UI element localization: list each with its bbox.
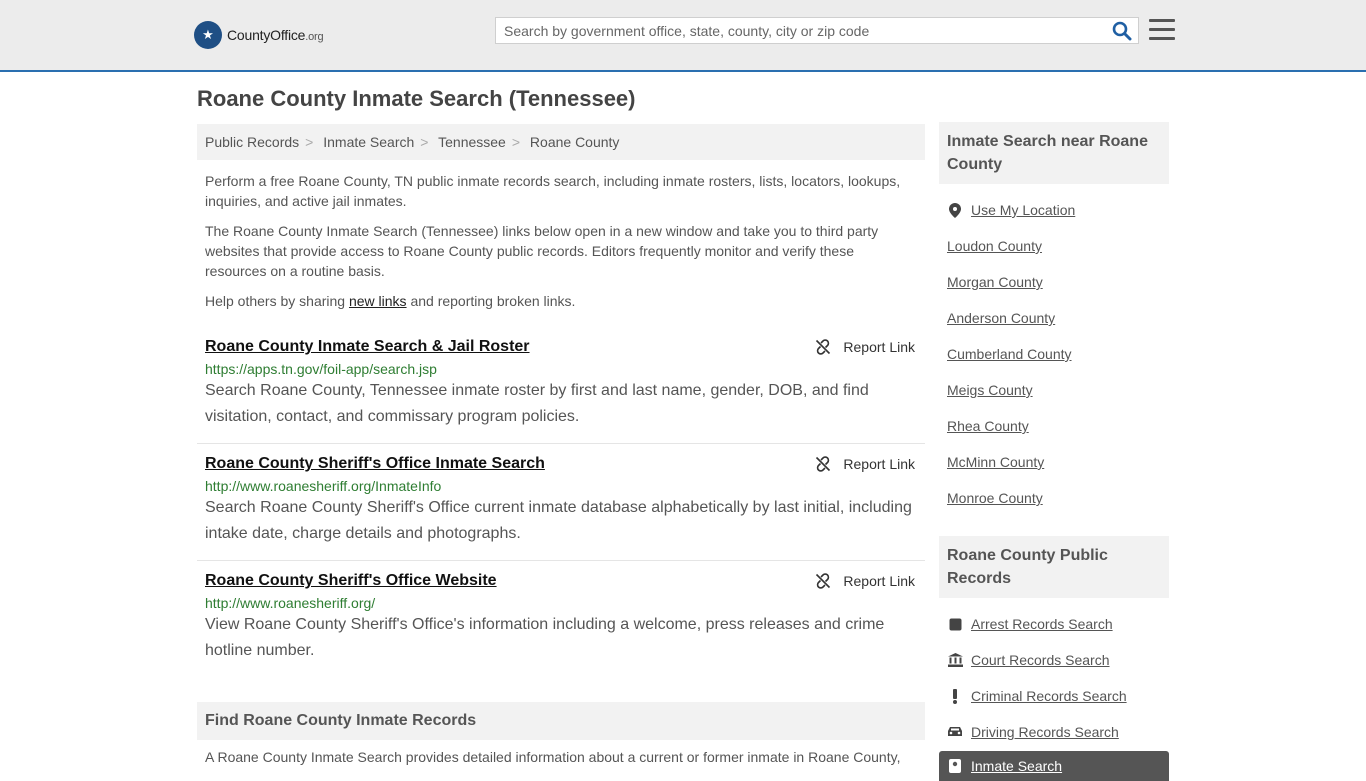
breadcrumb-public-records[interactable]: Public Records — [205, 134, 299, 150]
records-item: Criminal Records Search — [939, 678, 1169, 714]
report-link-button[interactable]: Report Link — [815, 339, 915, 355]
use-location-item: Use My Location — [939, 192, 1169, 228]
records-item: Driving Records Search — [939, 714, 1169, 750]
site-logo[interactable]: ★ CountyOffice.org — [194, 20, 324, 50]
result-description: View Roane County Sheriff's Office's inf… — [205, 616, 885, 659]
logo-text: CountyOffice — [227, 27, 306, 43]
nearby-county-link[interactable]: McMinn County — [947, 444, 1044, 480]
nearby-item: Meigs County — [939, 372, 1169, 408]
new-links-link[interactable]: new links — [349, 293, 407, 309]
result-item: Roane County Sheriff's Office Website Re… — [197, 561, 925, 671]
intro-paragraph-1: Perform a free Roane County, TN public i… — [205, 173, 901, 209]
find-records-text: A Roane County Inmate Search provides de… — [205, 749, 901, 765]
arrest-records-link[interactable]: Arrest Records Search — [971, 606, 1113, 642]
result-title-link[interactable]: Roane County Sheriff's Office Inmate Sea… — [205, 455, 545, 473]
courthouse-icon — [947, 653, 963, 667]
broken-link-icon — [816, 456, 831, 472]
nearby-county-link[interactable]: Anderson County — [947, 300, 1055, 336]
records-item: Arrest Records Search — [939, 606, 1169, 642]
nearby-county-link[interactable]: Rhea County — [947, 408, 1029, 444]
nearby-county-link[interactable]: Morgan County — [947, 264, 1043, 300]
breadcrumb: Public Records > Inmate Search > Tennessee… — [197, 124, 925, 160]
inmate-search-link[interactable]: Inmate Search — [971, 751, 1062, 781]
result-url: https://apps.tn.gov/foil-app/search.jsp — [205, 361, 437, 377]
records-item: Court Records Search — [939, 642, 1169, 678]
result-title-link[interactable]: Roane County Sheriff's Office Website — [205, 572, 497, 590]
exclamation-icon — [947, 688, 963, 704]
main-content: Public Records > Inmate Search > Tennessee… — [197, 124, 925, 765]
driving-records-link[interactable]: Driving Records Search — [971, 714, 1119, 750]
logo-seal-icon: ★ — [194, 21, 222, 49]
result-description: Search Roane County Sheriff's Office cur… — [205, 499, 912, 542]
criminal-records-link[interactable]: Criminal Records Search — [971, 678, 1127, 714]
report-link-button[interactable]: Report Link — [815, 456, 915, 472]
car-icon — [947, 726, 963, 738]
nearby-item: Cumberland County — [939, 336, 1169, 372]
sidebar: Inmate Search near Roane County Use My L… — [939, 122, 1169, 781]
breadcrumb-current: Roane County — [529, 134, 620, 150]
nearby-county-link[interactable]: Cumberland County — [947, 336, 1072, 372]
public-records-heading: Roane County Public Records — [939, 536, 1169, 598]
hamburger-menu-icon[interactable] — [1149, 19, 1175, 43]
site-header: ★ CountyOffice.org — [0, 0, 1366, 72]
breadcrumb-tennessee[interactable]: Tennessee — [438, 134, 506, 150]
search-icon[interactable] — [1112, 21, 1132, 41]
nearby-item: Anderson County — [939, 300, 1169, 336]
square-icon — [947, 618, 963, 631]
intro-text: Perform a free Roane County, TN public i… — [197, 171, 925, 311]
result-item: Roane County Sheriff's Office Inmate Sea… — [197, 444, 925, 561]
report-link-button[interactable]: Report Link — [815, 573, 915, 589]
page-title: Roane County Inmate Search (Tennessee) — [197, 86, 636, 111]
intro-paragraph-2: The Roane County Inmate Search (Tennesse… — [205, 223, 879, 279]
result-description: Search Roane County, Tennessee inmate ro… — [205, 382, 869, 425]
inmate-icon — [947, 759, 963, 773]
breadcrumb-inmate-search[interactable]: Inmate Search — [323, 134, 414, 150]
inmate-search-active-item[interactable]: Inmate Search — [939, 751, 1169, 781]
map-marker-icon — [947, 202, 963, 218]
nearby-item: Monroe County — [939, 480, 1169, 516]
broken-link-icon — [816, 573, 831, 589]
court-records-link[interactable]: Court Records Search — [971, 642, 1110, 678]
nearby-county-link[interactable]: Loudon County — [947, 228, 1042, 264]
search-box — [495, 17, 1139, 44]
result-url: http://www.roanesheriff.org/ — [205, 595, 376, 611]
public-records-list: Arrest Records Search Court Records Sear… — [939, 606, 1169, 750]
nearby-item: McMinn County — [939, 444, 1169, 480]
logo-tld: .org — [305, 31, 324, 43]
nearby-county-link[interactable]: Monroe County — [947, 480, 1043, 516]
nearby-county-link[interactable]: Meigs County — [947, 372, 1033, 408]
nearby-item: Morgan County — [939, 264, 1169, 300]
result-url: http://www.roanesheriff.org/InmateInfo — [205, 478, 442, 494]
nearby-item: Loudon County — [939, 228, 1169, 264]
broken-link-icon — [816, 339, 831, 355]
intro-paragraph-3: Help others by sharing new links and rep… — [205, 293, 576, 309]
nearby-heading: Inmate Search near Roane County — [939, 122, 1169, 184]
result-title-link[interactable]: Roane County Inmate Search & Jail Roster — [205, 338, 530, 356]
result-item: Roane County Inmate Search & Jail Roster… — [197, 331, 925, 444]
nearby-list: Use My Location Loudon County Morgan Cou… — [939, 192, 1169, 516]
nearby-item: Rhea County — [939, 408, 1169, 444]
search-input[interactable] — [496, 18, 1104, 43]
use-my-location-link[interactable]: Use My Location — [971, 192, 1075, 228]
find-records-heading: Find Roane County Inmate Records — [197, 702, 925, 740]
